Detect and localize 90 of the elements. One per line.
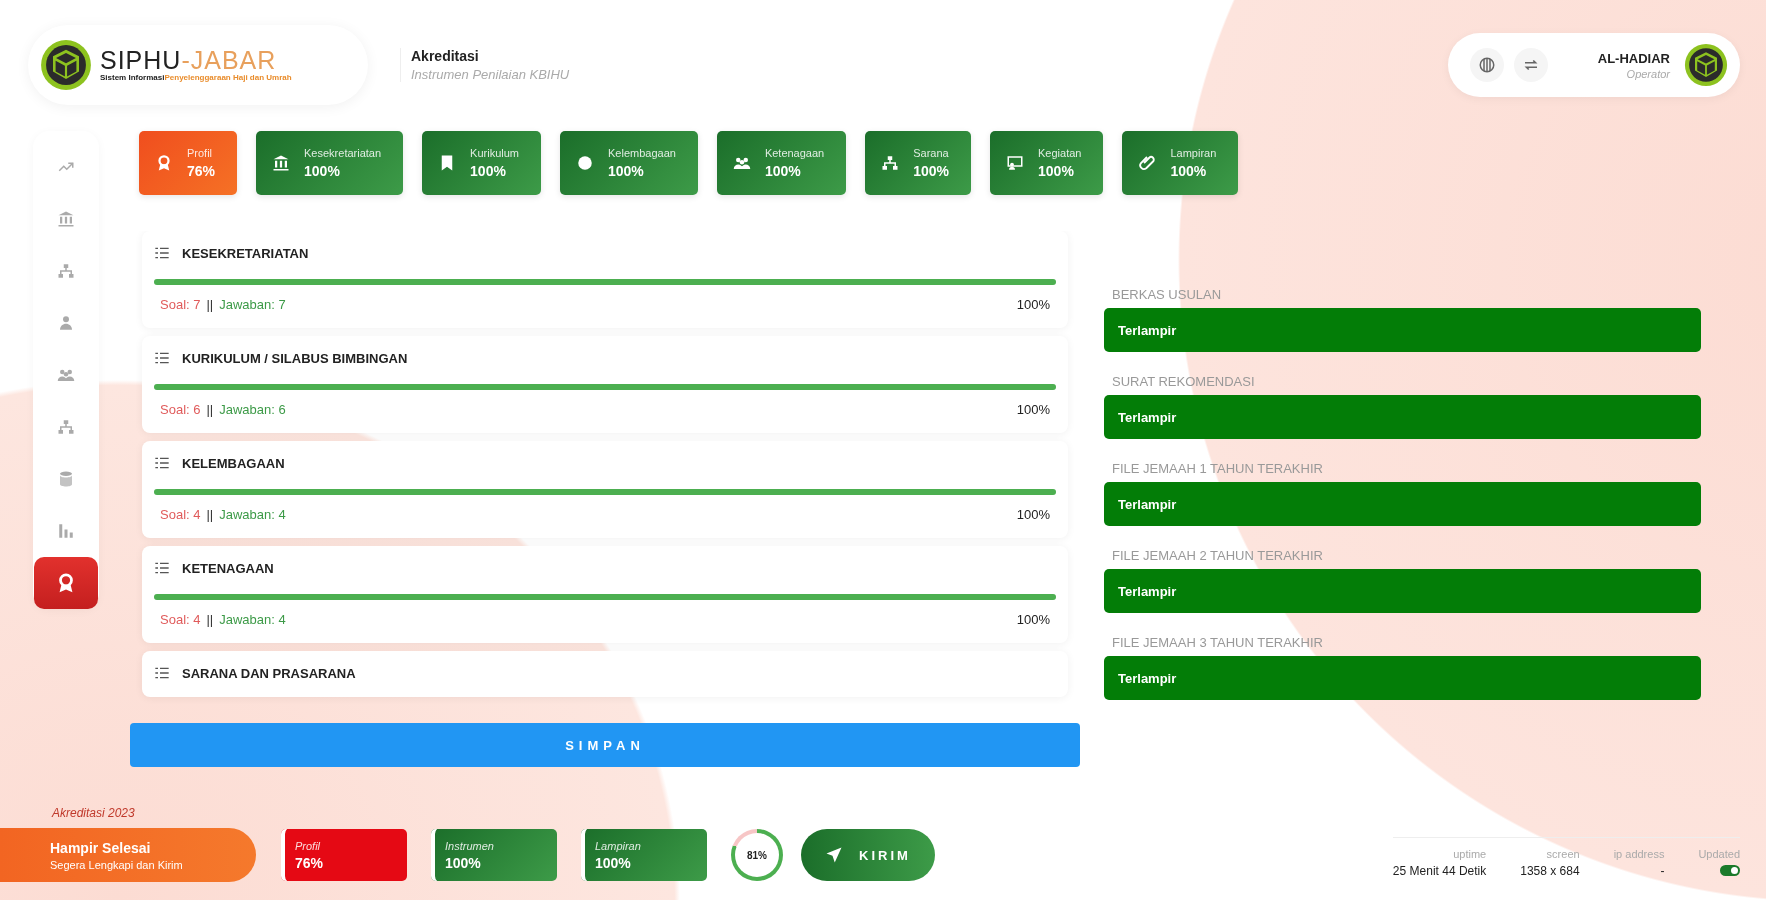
sitemap-icon: [57, 418, 75, 436]
award-icon: [155, 154, 173, 172]
attachment-label: BERKAS USULAN: [1112, 287, 1223, 302]
section-title: KETENAGAAN: [182, 560, 274, 576]
separator-text: ||: [206, 402, 214, 417]
save-button[interactable]: SIMPAN: [130, 723, 1080, 767]
summary-label: Instrumen: [445, 839, 495, 852]
logo-icon: [40, 39, 92, 91]
attachment-label: SURAT REKOMENDASI: [1112, 374, 1256, 389]
percent-label: 100%: [1016, 402, 1050, 417]
attachment-status[interactable]: Terlampir: [1104, 656, 1701, 700]
answer-count: Jawaban: 7: [219, 297, 286, 312]
year-label: Akreditasi 2023: [52, 806, 136, 820]
section-title: KURIKULUM / SILABUS BIMBINGAN: [182, 350, 408, 366]
question-count: Soal: 4: [160, 612, 201, 627]
sitemap-icon: [57, 262, 75, 280]
question-count: Soal: 4: [160, 507, 201, 522]
answer-count: Jawaban: 4: [219, 507, 286, 522]
answer-count: Jawaban: 6: [219, 402, 286, 417]
list-icon: [154, 245, 170, 261]
summary-label: Lampiran: [595, 839, 642, 852]
question-count: Soal: 7: [160, 297, 201, 312]
app-name: SIPHU-JABAR: [100, 48, 278, 73]
category-tab[interactable]: Lampiran 100%: [1122, 131, 1239, 195]
summary-value: 76%: [295, 854, 325, 871]
list-icon: [154, 350, 170, 366]
category-tab[interactable]: Kegiatan 100%: [990, 131, 1104, 195]
status-value: 1358 x 684: [1520, 864, 1580, 878]
category-tab[interactable]: Kurikulum 100%: [422, 131, 541, 195]
progress-label: 81%: [735, 833, 779, 877]
summary-value: 100%: [595, 854, 632, 871]
percent-label: 100%: [1016, 507, 1050, 522]
section-title: KESEKRETARIATAN: [182, 245, 309, 261]
category-tab[interactable]: Kesekretariatan 100%: [256, 131, 404, 195]
category-tab[interactable]: Sarana 100%: [865, 131, 972, 195]
paperclip-icon: [1138, 154, 1157, 172]
circle-icon: [576, 154, 594, 172]
summary-value: 100%: [445, 854, 482, 871]
attachment-status[interactable]: Terlampir: [1104, 308, 1701, 352]
sidebar-item[interactable]: [34, 557, 98, 609]
category-tab[interactable]: Kelembagaan 100%: [560, 131, 698, 195]
percent-label: 100%: [1016, 297, 1050, 312]
status-label: ip address: [1613, 848, 1665, 860]
attachment-status[interactable]: Terlampir: [1104, 482, 1701, 526]
question-count: Soal: 6: [160, 402, 201, 417]
category-tab[interactable]: Ketenagaan 100%: [716, 131, 847, 195]
attachment-status[interactable]: Terlampir: [1104, 569, 1701, 613]
section-title: SARANA DAN PRASARANA: [182, 665, 356, 681]
database-icon: [57, 470, 75, 488]
bank-icon: [57, 210, 75, 228]
user-icon: [57, 314, 75, 332]
list-icon: [154, 560, 170, 576]
separator-text: ||: [206, 507, 214, 522]
page-title: Akreditasi: [411, 48, 480, 64]
globe-icon: [1477, 56, 1496, 74]
status-label: uptime: [1453, 848, 1487, 860]
status-label: Updated: [1698, 848, 1740, 860]
list-icon: [154, 455, 170, 471]
user-role: Operator: [1625, 67, 1670, 80]
app-tagline: Sistem InformasiPenyelenggaraan Haji dan Umrah: [100, 73, 292, 82]
user-name: AL-HADIAR: [1597, 50, 1670, 66]
status-title: Hampir Selesai: [50, 839, 152, 856]
answer-count: Jawaban: 4: [219, 612, 286, 627]
bar-chart-icon: [57, 522, 75, 540]
attachment-label: FILE JEMAAH 3 TAHUN TERAKHIR: [1112, 635, 1324, 650]
status-subtitle: Segera Lengkapi dan Kirim: [50, 858, 184, 871]
separator-text: ||: [206, 297, 214, 312]
summary-label: Profil: [295, 839, 322, 852]
status-value: 25 Menit 44 Detik: [1392, 864, 1487, 878]
send-icon: [825, 846, 843, 864]
category-tab[interactable]: Profil 76%: [139, 131, 238, 195]
status-label: screen: [1546, 848, 1580, 860]
attachment-label: FILE JEMAAH 2 TAHUN TERAKHIR: [1112, 548, 1324, 563]
bank-icon: [272, 154, 291, 172]
separator-text: ||: [206, 612, 214, 627]
status-value: -: [1660, 864, 1665, 878]
send-button[interactable]: KIRIM: [801, 829, 935, 881]
attachment-label: FILE JEMAAH 1 TAHUN TERAKHIR: [1112, 461, 1324, 476]
percent-label: 100%: [1016, 612, 1050, 627]
presentation-icon: [1006, 154, 1025, 172]
logo-card[interactable]: SIPHU-JABAR Sistem InformasiPenyelenggaraan Haji dan Umrah: [28, 25, 368, 105]
toggle-switch[interactable]: [1720, 865, 1740, 876]
sitemap-icon: [881, 154, 900, 172]
avatar-icon: [1684, 43, 1728, 87]
section-title: KELEMBAGAAN: [182, 455, 285, 471]
attachment-status[interactable]: Terlampir: [1104, 395, 1701, 439]
list-icon: [154, 665, 170, 681]
language-button[interactable]: [1469, 48, 1504, 82]
page-subtitle: Instrumen Penilaian KBIHU: [411, 67, 570, 82]
switch-button[interactable]: [1513, 48, 1548, 82]
